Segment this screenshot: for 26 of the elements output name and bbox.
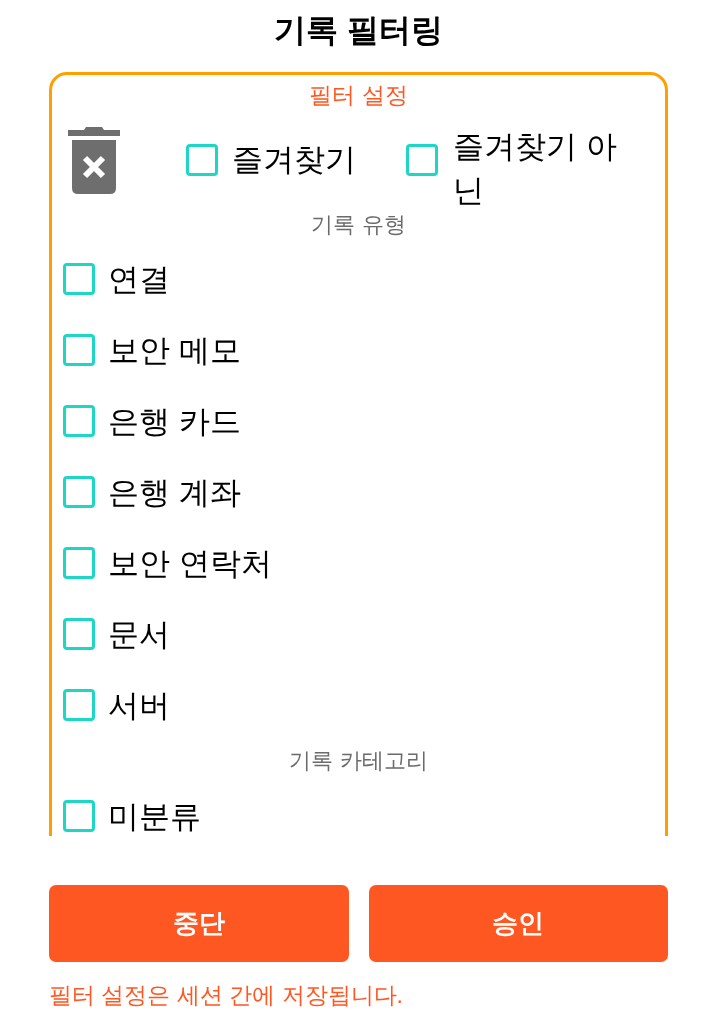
checkbox-label[interactable]: 보안 연락처: [108, 542, 272, 586]
checkbox-label[interactable]: 서버: [108, 684, 170, 728]
panel-heading: 필터 설정: [308, 81, 409, 109]
checkbox-label[interactable]: 연결: [108, 258, 170, 302]
checkbox[interactable]: [63, 799, 95, 832]
checkbox-label[interactable]: 즐겨찾기: [232, 138, 356, 182]
checkbox[interactable]: [63, 333, 95, 366]
checkbox[interactable]: [63, 546, 95, 579]
checkbox[interactable]: [63, 262, 95, 295]
trash-can-icon[interactable]: [68, 126, 120, 194]
checkbox-label[interactable]: 은행 계좌: [108, 471, 241, 515]
page-title: 기록 필터링: [274, 11, 443, 50]
checkbox[interactable]: [186, 144, 218, 176]
checkbox[interactable]: [63, 688, 95, 721]
checkbox-label[interactable]: 미분류: [108, 795, 201, 836]
checkbox[interactable]: [63, 617, 95, 650]
checkbox[interactable]: [406, 144, 438, 176]
checkbox[interactable]: [63, 404, 95, 437]
checkbox-label[interactable]: 은행 카드: [108, 400, 241, 444]
checkbox[interactable]: [63, 475, 95, 508]
section-heading: 기록 카테고리: [288, 747, 429, 775]
checkbox-label[interactable]: 보안 메모: [108, 329, 241, 373]
checkbox-label[interactable]: 즐겨찾기 아닌: [453, 125, 633, 213]
checkbox-label[interactable]: 문서: [108, 613, 170, 657]
footer-note: 필터 설정은 세션 간에 저장됩니다.: [49, 981, 404, 1009]
section-heading: 기록 유형: [310, 211, 407, 239]
